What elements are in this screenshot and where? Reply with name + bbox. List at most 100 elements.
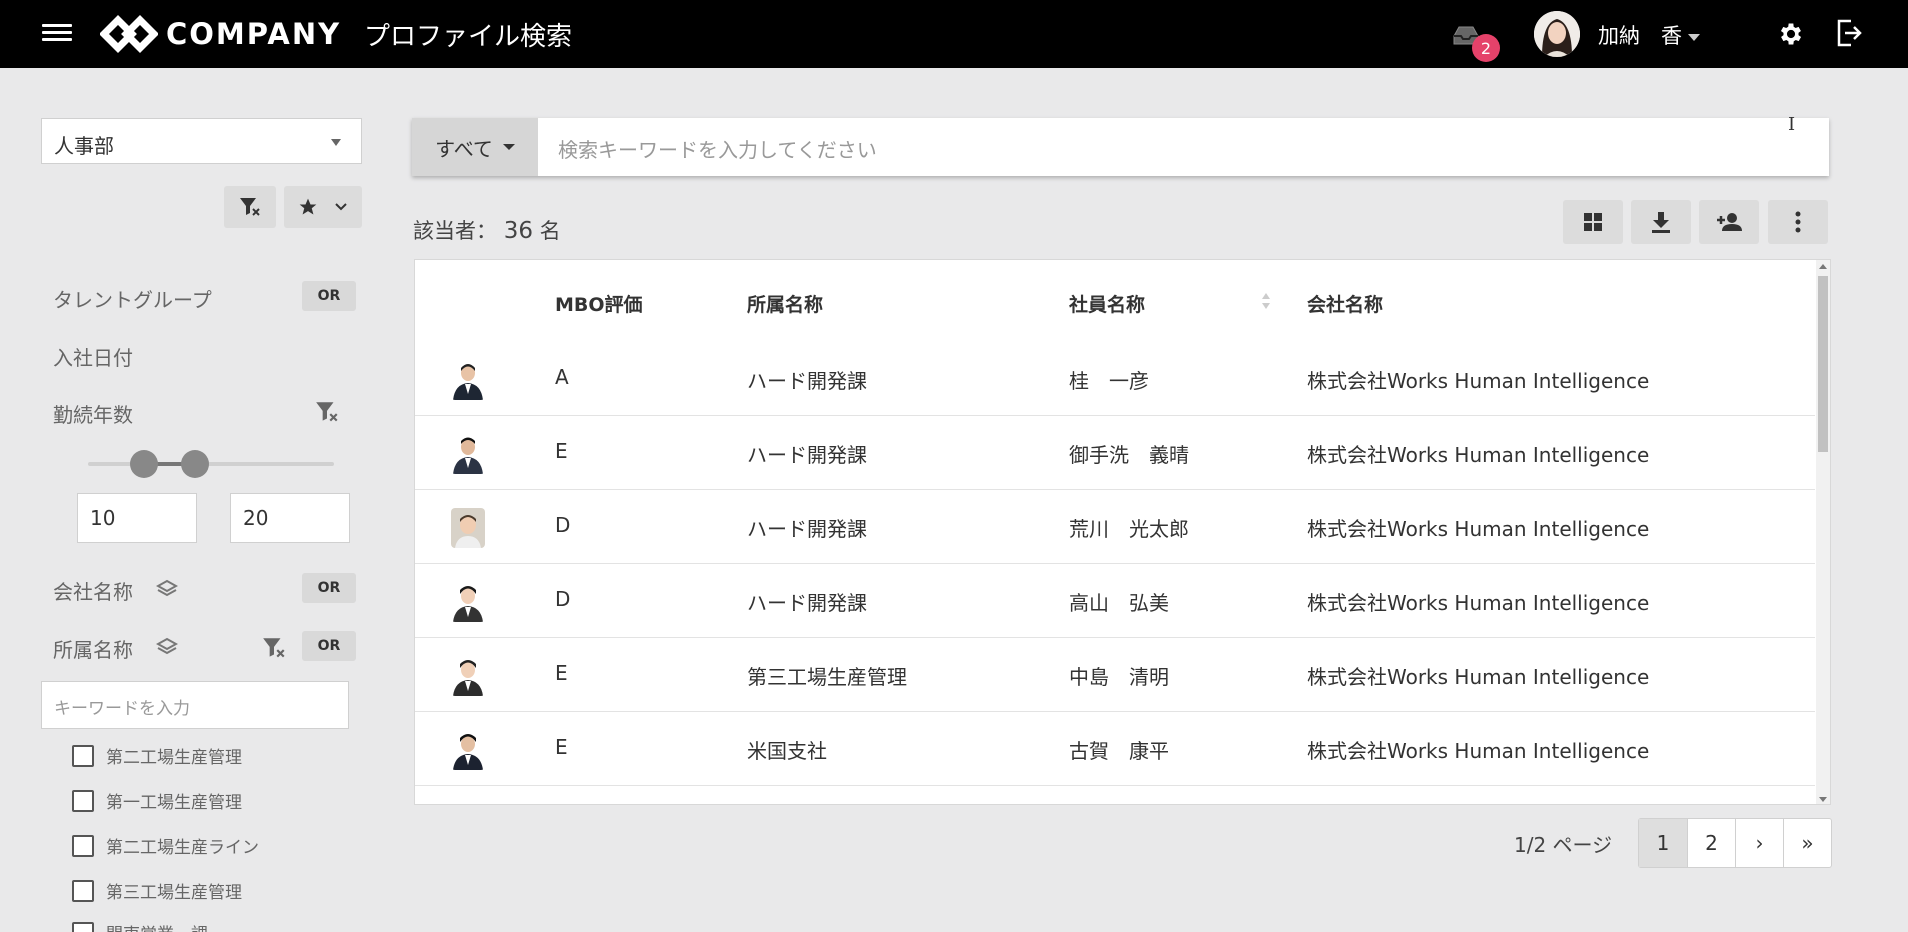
user-menu[interactable]: 加納 香 xyxy=(1598,20,1700,50)
checkbox[interactable] xyxy=(72,879,94,902)
notification-badge: 2 xyxy=(1472,34,1500,62)
grid-view-button[interactable] xyxy=(1563,200,1623,244)
more-vert-icon xyxy=(1795,211,1801,233)
table-row[interactable]: E ハード開発課 御手洗 義晴 株式会社Works Human Intellig… xyxy=(415,416,1815,490)
years-slider-min-handle[interactable] xyxy=(130,450,158,478)
layers-icon[interactable] xyxy=(156,578,178,600)
last-page-button[interactable]: » xyxy=(1783,819,1831,867)
department-select-value: 人事部 xyxy=(54,134,114,158)
cell-company: 株式会社Works Human Intelligence xyxy=(1307,665,1650,689)
scroll-thumb[interactable] xyxy=(1818,276,1828,452)
checkbox[interactable] xyxy=(72,789,94,812)
cell-department: 米国支社 xyxy=(747,739,827,763)
notification-button[interactable]: 2 xyxy=(1448,18,1508,62)
star-icon xyxy=(299,198,317,215)
employee-photo xyxy=(451,582,485,622)
top-bar: COMPANY プロファイル検索 2 加納 香 xyxy=(0,0,1908,68)
table-row[interactable]: A ハード開発課 桂 一彦 株式会社Works Human Intelligen… xyxy=(415,342,1815,416)
department-option[interactable]: 第二工場生産管理 xyxy=(72,743,242,768)
filter-label-talent-group[interactable]: タレントグループ xyxy=(53,284,212,313)
column-header-mbo[interactable]: MBO評価 xyxy=(555,290,643,317)
favorites-button[interactable] xyxy=(284,186,362,228)
years-slider-track[interactable] xyxy=(88,462,334,466)
column-header-company[interactable]: 会社名称 xyxy=(1307,290,1383,317)
chevron-down-icon xyxy=(1688,33,1700,41)
menu-icon[interactable] xyxy=(42,20,72,46)
search-bar: すべて 検索キーワードを入力してください xyxy=(412,118,1829,176)
logout-icon[interactable] xyxy=(1835,18,1863,48)
more-options-button[interactable] xyxy=(1768,200,1828,244)
filter-clear-icon xyxy=(240,198,260,216)
cell-mbo: D xyxy=(555,513,571,537)
employee-photo xyxy=(451,656,485,696)
years-min-input[interactable]: 10 xyxy=(77,493,197,543)
years-slider-max-handle[interactable] xyxy=(181,450,209,478)
download-button[interactable] xyxy=(1631,200,1691,244)
table-row[interactable]: E 第三工場生産管理 中島 清明 株式会社Works Human Intelli… xyxy=(415,638,1815,712)
app-title: プロファイル検索 xyxy=(364,22,573,52)
search-input[interactable]: 検索キーワードを入力してください xyxy=(558,134,877,163)
result-count: 該当者： 36 名 xyxy=(413,215,561,245)
cell-mbo: E xyxy=(555,661,568,685)
column-header-department[interactable]: 所属名称 xyxy=(747,290,823,317)
table-row[interactable]: D ハード開発課 高山 弘美 株式会社Works Human Intellige… xyxy=(415,564,1815,638)
grid-icon xyxy=(1584,213,1602,231)
clear-filter-button[interactable] xyxy=(224,186,276,228)
department-option[interactable]: 第二工場生産ライン xyxy=(72,833,259,858)
table-row[interactable]: E 米国支社 古賀 康平 株式会社Works Human Intelligenc… xyxy=(415,712,1815,786)
checkbox[interactable] xyxy=(72,744,94,767)
chevron-down-icon xyxy=(335,203,347,211)
page-button-1[interactable]: 1 xyxy=(1639,819,1687,867)
gear-icon[interactable] xyxy=(1777,20,1805,48)
years-max-input[interactable]: 20 xyxy=(230,493,350,543)
filter-label-department-name[interactable]: 所属名称 xyxy=(53,634,133,663)
company-name-or-toggle[interactable]: OR xyxy=(302,573,356,603)
cell-mbo: E xyxy=(555,735,568,759)
talent-group-or-toggle[interactable]: OR xyxy=(302,281,356,311)
user-avatar[interactable] xyxy=(1534,11,1580,57)
cell-mbo: E xyxy=(555,439,568,463)
filter-label-hire-date[interactable]: 入社日付 xyxy=(53,342,133,371)
search-scope-dropdown[interactable]: すべて xyxy=(412,118,538,176)
filter-clear-icon[interactable] xyxy=(314,400,340,424)
brand-name: COMPANY xyxy=(166,17,342,51)
department-keyword-input[interactable]: キーワードを入力 xyxy=(41,681,349,729)
cell-employee-name: 中島 清明 xyxy=(1069,665,1169,689)
scroll-down-icon[interactable] xyxy=(1819,797,1827,802)
pagination: 1 2 › » xyxy=(1638,818,1832,868)
layers-icon[interactable] xyxy=(156,636,178,658)
cell-employee-name: 御手洗 義晴 xyxy=(1069,443,1189,467)
checkbox[interactable] xyxy=(72,921,94,932)
department-option[interactable]: 関東営業一課 xyxy=(72,920,208,932)
cell-employee-name: 高山 弘美 xyxy=(1069,591,1169,615)
results-table: MBO評価 所属名称 社員名称 会社名称 A ハード開発課 桂 一彦 株式会社W… xyxy=(414,259,1831,805)
department-option[interactable]: 第三工場生産管理 xyxy=(72,878,242,903)
cell-company: 株式会社Works Human Intelligence xyxy=(1307,369,1650,393)
company-logo[interactable]: COMPANY xyxy=(100,14,341,54)
filter-clear-icon[interactable] xyxy=(261,636,287,660)
logo-mark-icon xyxy=(100,15,158,53)
filter-label-years-of-service[interactable]: 勤続年数 xyxy=(53,399,133,428)
department-option[interactable]: 第一工場生産管理 xyxy=(72,788,242,813)
download-icon xyxy=(1652,212,1670,233)
department-option-label: 関東営業一課 xyxy=(106,920,208,932)
scroll-up-icon[interactable] xyxy=(1819,264,1827,269)
cell-company: 株式会社Works Human Intelligence xyxy=(1307,739,1650,763)
filter-label-company-name[interactable]: 会社名称 xyxy=(53,576,133,605)
table-row[interactable]: D ハード開発課 荒川 光太郎 株式会社Works Human Intellig… xyxy=(415,490,1815,564)
department-name-or-toggle[interactable]: OR xyxy=(302,631,356,661)
column-header-employee-name[interactable]: 社員名称 xyxy=(1069,290,1145,317)
page-button-2[interactable]: 2 xyxy=(1687,819,1735,867)
checkbox[interactable] xyxy=(72,834,94,857)
table-scrollbar[interactable] xyxy=(1816,260,1830,804)
department-select[interactable]: 人事部 xyxy=(41,118,362,164)
sort-icon[interactable] xyxy=(1261,292,1271,310)
cell-department: ハード開発課 xyxy=(747,517,867,541)
cell-employee-name: 桂 一彦 xyxy=(1069,369,1149,393)
next-page-button[interactable]: › xyxy=(1735,819,1783,867)
add-person-icon xyxy=(1717,213,1742,231)
cell-employee-name: 古賀 康平 xyxy=(1069,739,1169,763)
add-person-button[interactable] xyxy=(1699,200,1759,244)
caret-down-icon xyxy=(502,144,515,150)
employee-photo xyxy=(451,360,485,400)
